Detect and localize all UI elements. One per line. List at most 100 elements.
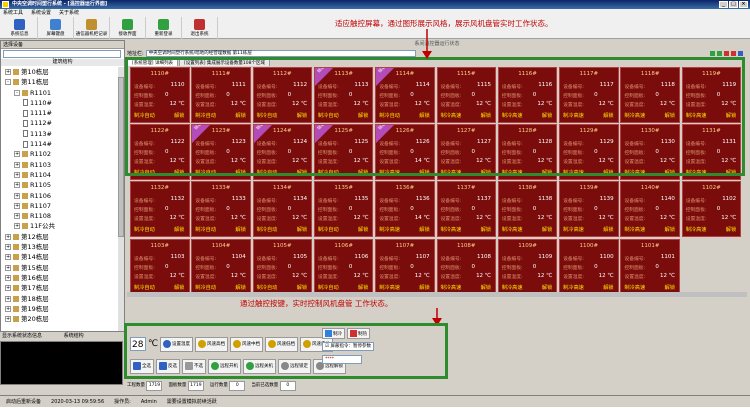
control-button-r2-0[interactable]: 全选 — [130, 358, 154, 374]
unit-tile[interactable]: 1136# 设备编号: 1136 控制面板: 0 设置温度: 14 ℃ 制冷高速 解锁 — [375, 181, 435, 238]
unit-tile[interactable]: 1134# 设备编号: 1134 控制面板: 0 设置温度: 12 ℃ 制冷自动 解锁 — [252, 181, 313, 238]
expand-icon[interactable]: + — [14, 202, 20, 209]
expand-icon[interactable]: + — [5, 295, 11, 302]
tree-scrollbar[interactable] — [118, 67, 124, 331]
unit-tile[interactable]: 1103# 设备编号: 1103 控制面板: 0 设置温度: 12 ℃ 制冷自动 解锁 — [130, 238, 190, 295]
tree-item[interactable]: + 第15栋层 — [1, 263, 119, 273]
expand-icon[interactable]: + — [14, 213, 20, 220]
scroll-thumb[interactable] — [118, 77, 124, 237]
control-button-r2-2[interactable]: 不选 — [182, 358, 206, 374]
tree-item[interactable]: + 第13栋层 — [1, 242, 119, 252]
control-button-2[interactable]: 风速中档 — [230, 336, 263, 352]
tree-item[interactable]: + R1104 — [1, 170, 119, 180]
cool-button[interactable]: 制冷 — [322, 328, 345, 339]
green-status-icon[interactable] — [710, 51, 715, 56]
control-button-1[interactable]: 风速高档 — [195, 336, 228, 352]
expand-icon[interactable]: + — [5, 264, 11, 271]
tree-item[interactable]: + R1108 — [1, 211, 119, 221]
unit-tile[interactable]: 1100# 设备编号: 1100 控制面板: 0 设置温度: 12 ℃ 制冷高速 解锁 — [559, 238, 619, 295]
control-button-3[interactable]: 风速低档 — [265, 336, 298, 352]
unit-tile[interactable]: 1132# 设备编号: 1132 控制面板: 0 设置温度: 12 ℃ 制冷自动 解锁 — [130, 181, 190, 238]
password-field[interactable]: **** — [322, 355, 362, 364]
tree-item[interactable]: + 第17栋层 — [1, 283, 119, 293]
tree-item[interactable]: + 第12栋层 — [1, 232, 119, 242]
tree-item[interactable]: - R1101 — [1, 88, 119, 98]
maximize-icon[interactable]: □ — [729, 1, 738, 8]
red-status-icon[interactable] — [724, 51, 729, 56]
tree-item[interactable]: 1112# — [1, 118, 119, 128]
unit-tile[interactable]: 1109# 设备编号: 1109 控制面板: 0 设置温度: 12 ℃ 制冷高速 解锁 — [497, 238, 558, 295]
toolbar-button-3[interactable]: 接收界面 — [110, 17, 146, 39]
device-search-input[interactable] — [3, 50, 121, 58]
tree-item[interactable]: - 第11栋层 — [1, 77, 119, 87]
toolbar-button-1[interactable]: 屏幕键盘 — [38, 17, 74, 39]
tree-item[interactable]: 1113# — [1, 129, 119, 139]
unit-tile[interactable]: 1107# 设备编号: 1107 控制面板: 0 设置温度: 12 ℃ 制冷高速 解锁 — [375, 238, 435, 295]
expand-icon[interactable]: + — [5, 244, 11, 251]
close-icon[interactable]: × — [739, 1, 748, 8]
tree-item[interactable]: 1110# — [1, 98, 119, 108]
tree-item[interactable]: + 第20栋层 — [1, 314, 119, 324]
expand-icon[interactable]: + — [14, 192, 20, 199]
tree-item[interactable]: + 第16栋层 — [1, 273, 119, 283]
tree-item[interactable]: + 第10栋层 — [1, 67, 119, 77]
expand-icon[interactable]: + — [5, 233, 11, 240]
panel-splitter[interactable] — [127, 292, 747, 297]
control-button-r2-4[interactable]: 远程关机 — [243, 358, 276, 374]
control-button-r2-5[interactable]: 远程锁定 — [278, 358, 311, 374]
unit-tile[interactable]: 1140# 设备编号: 1140 控制面板: 0 设置温度: 12 ℃ 制冷高速 解锁 — [620, 181, 680, 238]
unit-tile[interactable]: 1108# 设备编号: 1108 控制面板: 0 设置温度: 12 ℃ 制冷高速 解锁 — [436, 238, 496, 295]
tree-item[interactable]: + R1107 — [1, 201, 119, 211]
menu-system-settings[interactable]: 系统设置 — [31, 9, 51, 17]
tree-item[interactable]: 1111# — [1, 108, 119, 118]
green-status-icon-2[interactable] — [717, 51, 722, 56]
pause-parameter-check[interactable]: ☑ 屏蔽指令：暂停参数 — [322, 342, 374, 351]
expand-icon[interactable]: + — [5, 254, 11, 261]
control-button-r2-3[interactable]: 远程开机 — [208, 358, 241, 374]
toolbar-button-4[interactable]: 重新登录 — [146, 17, 182, 39]
unit-tile[interactable]: 1101# 设备编号: 1101 控制面板: 0 设置温度: 12 ℃ 制冷高速 解锁 — [620, 238, 680, 295]
unit-tile[interactable]: 1106# 设备编号: 1106 控制面板: 0 设置温度: 12 ℃ 制冷自动 解锁 — [313, 238, 374, 295]
heat-button[interactable]: 制热 — [347, 328, 370, 339]
toolbar-button-5[interactable]: 退出系统 — [182, 17, 218, 39]
unit-tile[interactable]: 1137# 设备编号: 1137 控制面板: 0 设置温度: 12 ℃ 制冷高速 解锁 — [436, 181, 496, 238]
tree-item[interactable]: + 第18栋层 — [1, 294, 119, 304]
expand-icon[interactable]: + — [5, 274, 11, 281]
minimize-icon[interactable]: _ — [719, 1, 728, 8]
unit-tile[interactable]: 1135# 设备编号: 1135 控制面板: 0 设置温度: 12 ℃ 制冷自动 解锁 — [313, 181, 374, 238]
expand-icon[interactable]: + — [5, 285, 11, 292]
menu-system-tools[interactable]: 系统工具 — [3, 9, 23, 17]
unit-tile[interactable]: 1102# 设备编号: 1102 控制面板: 0 设置温度: 12 ℃ 制冷高速 解锁 — [681, 181, 742, 238]
unit-tile[interactable]: 1139# 设备编号: 1139 控制面板: 0 设置温度: 12 ℃ 制冷高速 解锁 — [559, 181, 619, 238]
tree-item[interactable]: 1114# — [1, 139, 119, 149]
control-button-0[interactable]: 设置温度 — [160, 336, 193, 352]
expand-icon[interactable]: + — [14, 182, 20, 189]
blue-status-icon[interactable] — [738, 51, 743, 56]
temperature-input[interactable]: 28 — [130, 337, 146, 351]
control-button-r2-1[interactable]: 反选 — [156, 358, 180, 374]
toolbar-button-2[interactable]: 通信器机柜记录 — [74, 17, 110, 39]
red-status-icon-2[interactable] — [731, 51, 736, 56]
device-select-tab[interactable]: 选择设备 — [1, 41, 124, 49]
collapse-icon[interactable]: - — [5, 79, 11, 86]
tree-item[interactable]: + 第14栋层 — [1, 252, 119, 262]
tree-item[interactable]: +11F公共 — [1, 221, 119, 231]
unit-tile[interactable]: 1133# 设备编号: 1133 控制面板: 0 设置温度: 12 ℃ 制冷自动 解锁 — [191, 181, 251, 238]
expand-icon[interactable]: + — [14, 171, 20, 178]
unit-tile[interactable]: 1104# 设备编号: 1104 控制面板: 0 设置温度: 12 ℃ 制冷自动 解锁 — [191, 238, 251, 295]
tree-item[interactable]: + 第19栋层 — [1, 304, 119, 314]
expand-icon[interactable]: + — [5, 316, 11, 323]
expand-icon[interactable]: + — [14, 161, 20, 168]
toolbar-button-0[interactable]: 系统信息 — [2, 17, 38, 39]
unit-tile[interactable]: 1105# 设备编号: 1105 控制面板: 0 设置温度: 12 ℃ 制冷自动 解锁 — [252, 238, 313, 295]
expand-icon[interactable]: + — [14, 223, 20, 230]
address-input[interactable]: 中央空调时间塑行系统/暗地的经营理数据 第11栋层 — [145, 50, 416, 57]
expand-icon[interactable]: + — [14, 151, 20, 158]
menu-about[interactable]: 关于系统 — [59, 9, 79, 17]
collapse-icon[interactable]: - — [14, 89, 20, 96]
tree-item[interactable]: + R1105 — [1, 180, 119, 190]
unit-tile[interactable]: 1138# 设备编号: 1138 控制面板: 0 设置温度: 12 ℃ 制冷高速 解锁 — [497, 181, 558, 238]
tree-item[interactable]: + R1103 — [1, 160, 119, 170]
expand-icon[interactable]: + — [5, 69, 11, 75]
tree-item[interactable]: + R1106 — [1, 191, 119, 201]
